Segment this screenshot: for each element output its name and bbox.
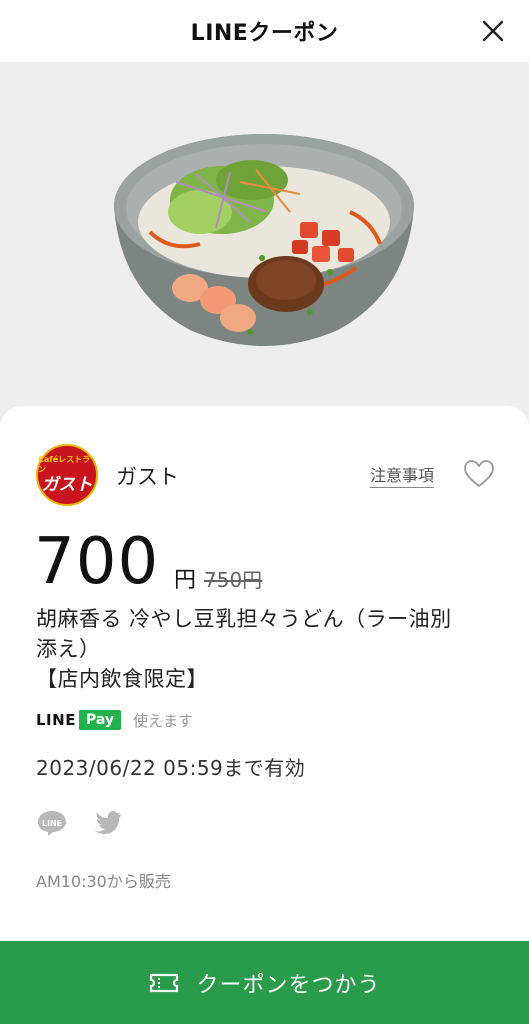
original-price: 750円 bbox=[204, 568, 263, 592]
line-pay-logo-pay: Pay bbox=[78, 710, 121, 730]
share-line-button[interactable]: LINE bbox=[36, 806, 68, 838]
notes-link[interactable]: 注意事項 bbox=[370, 462, 435, 488]
line-pay-logo-line: LINE bbox=[36, 711, 76, 729]
coupon-card: Caféレストラン ガスト ガスト 注意事項 700 円 750円 胡麻香る 冷… bbox=[0, 406, 529, 942]
title-line-1: 胡麻香る 冷やし豆乳担々うどん（ラー油別 bbox=[36, 607, 452, 631]
ticket-icon bbox=[150, 973, 179, 992]
validity-date: 2023/06/22 05:59まで有効 bbox=[36, 756, 306, 780]
line-pay-note: 使えます bbox=[132, 711, 193, 730]
close-button[interactable] bbox=[477, 15, 509, 47]
heart-icon bbox=[464, 460, 494, 488]
favorite-button[interactable] bbox=[462, 457, 496, 491]
use-coupon-button[interactable]: クーポンをつかう bbox=[0, 941, 529, 1024]
coupon-title: 胡麻香る 冷やし豆乳担々うどん（ラー油別 添え） 【店内飲食限定】 bbox=[36, 604, 506, 694]
header-title: LINEクーポン bbox=[190, 21, 339, 46]
brand-row: Caféレストラン ガスト ガスト 注意事項 bbox=[36, 444, 496, 506]
coupon-price: 700 bbox=[34, 525, 160, 599]
line-pay-row: LINE Pay 使えます bbox=[36, 708, 193, 732]
brand-logo: Caféレストラン ガスト bbox=[36, 444, 98, 506]
price-unit: 円 bbox=[174, 568, 197, 593]
share-row: LINE bbox=[36, 806, 148, 838]
svg-text:LINE: LINE bbox=[42, 819, 62, 828]
sale-time: AM10:30から販売 bbox=[36, 872, 171, 891]
line-icon: LINE bbox=[38, 811, 66, 836]
close-icon bbox=[482, 20, 504, 42]
brand-name: ガスト bbox=[116, 465, 179, 489]
share-twitter-button[interactable] bbox=[92, 806, 124, 838]
price-row: 700 円 750円 bbox=[34, 524, 494, 600]
logo-text: ガスト bbox=[41, 475, 93, 495]
twitter-icon bbox=[95, 811, 121, 834]
udon-bowl-image bbox=[114, 134, 414, 346]
logo-subtext: Caféレストラン bbox=[38, 455, 91, 474]
use-coupon-label: クーポンをつかう bbox=[196, 972, 381, 998]
title-line-2: 添え） bbox=[36, 637, 101, 661]
title-line-3: 【店内飲食限定】 bbox=[36, 667, 208, 691]
app-header: LINEクーポン bbox=[0, 0, 529, 62]
hero-image bbox=[0, 62, 529, 422]
